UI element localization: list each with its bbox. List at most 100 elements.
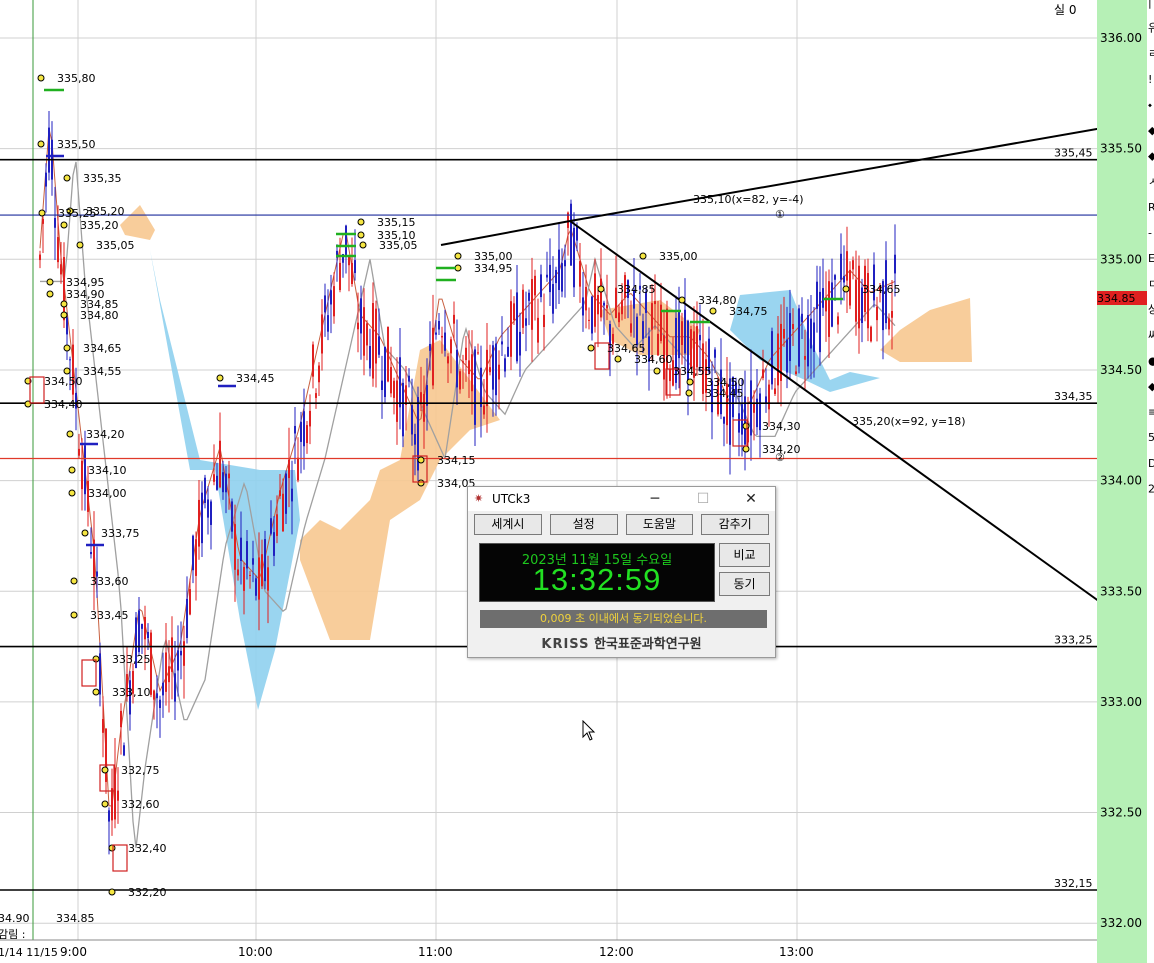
- candle-body: [300, 421, 302, 442]
- candle-body: [402, 382, 404, 437]
- candle-body: [279, 490, 281, 497]
- candle-body: [240, 537, 242, 561]
- candle-body: [438, 321, 440, 330]
- mouse-cursor-icon: [582, 720, 596, 741]
- candle-body: [621, 300, 623, 315]
- price-label: 335,05: [379, 239, 418, 252]
- candle-body: [801, 313, 803, 322]
- candle-body: [435, 332, 437, 335]
- price-label: 334,65: [83, 342, 122, 355]
- signal-dot: [678, 296, 686, 304]
- price-label: 334,80: [80, 309, 119, 322]
- candle-body: [246, 541, 248, 569]
- price-label: 334,55: [83, 365, 122, 378]
- candle-body: [330, 290, 332, 305]
- candle-body: [678, 310, 680, 359]
- right-edge-glyph: ◆: [1148, 150, 1154, 163]
- candle-body: [306, 425, 308, 444]
- signal-box: [29, 376, 45, 404]
- candle-body: [804, 355, 806, 360]
- candle-body: [762, 369, 764, 379]
- candle-body: [324, 295, 326, 313]
- price-label: 335,35: [83, 172, 122, 185]
- price-label: 334,50: [44, 375, 83, 388]
- utck-titlebar[interactable]: ✷ UTCk3 ─ ☐ ✕: [468, 487, 775, 511]
- candle-body: [321, 314, 323, 354]
- close-icon[interactable]: ✕: [727, 487, 775, 511]
- right-edge-glyph: 유: [1148, 22, 1154, 35]
- candle-body: [276, 514, 278, 536]
- candle-body: [357, 322, 359, 330]
- compare-button[interactable]: 비교: [719, 543, 770, 567]
- signal-dot: [742, 445, 750, 453]
- settings-button[interactable]: 설정: [549, 514, 618, 535]
- candle-body: [579, 261, 581, 287]
- price-label: 334,60: [634, 353, 673, 366]
- level-label: 334,35: [1054, 390, 1093, 403]
- signal-dot: [653, 367, 661, 375]
- signal-dot: [101, 800, 109, 808]
- candle-body: [360, 298, 362, 334]
- chart-grid: [0, 0, 1097, 941]
- candle-body: [258, 557, 260, 600]
- candle-body: [429, 343, 431, 351]
- candle-body: [288, 459, 290, 479]
- candle-body: [651, 303, 653, 330]
- candle-body: [57, 237, 59, 263]
- candle-body: [375, 308, 377, 364]
- candle-body: [195, 539, 197, 576]
- help-button[interactable]: 도움말: [625, 514, 694, 535]
- hide-button[interactable]: 감추기: [701, 514, 769, 535]
- right-edge-glyph: -: [1148, 226, 1152, 239]
- candle-body: [432, 327, 434, 386]
- signal-dot: [60, 311, 68, 319]
- axes: 336.00 335.50 335.00 334.50 334.00 333.50 333.…: [0, 0, 1154, 963]
- y-tick-label: 332.00: [1100, 916, 1142, 930]
- candle-body: [816, 281, 818, 309]
- candle-body: [144, 617, 146, 640]
- signal-dot: [359, 241, 367, 249]
- candle-body: [759, 393, 761, 431]
- right-edge-glyph: ≡: [1148, 406, 1154, 419]
- candle-body: [846, 251, 848, 281]
- candle-body: [39, 254, 41, 261]
- candle-body: [249, 574, 251, 576]
- right-edge-glyph: E: [1148, 252, 1154, 265]
- world-time-button[interactable]: 세계시: [474, 514, 542, 535]
- candle-body: [216, 475, 218, 490]
- candle-body: [207, 499, 209, 518]
- y-tick-label: 334.00: [1100, 474, 1142, 488]
- candle-body: [582, 297, 584, 316]
- sync-button[interactable]: 동기: [719, 572, 770, 596]
- candle-body: [60, 264, 62, 275]
- candle-body: [270, 518, 272, 534]
- maximize-icon[interactable]: ☐: [679, 487, 727, 511]
- candle-body: [186, 598, 188, 638]
- x-tick-label: 10:00: [238, 945, 273, 959]
- candle-body: [789, 313, 791, 362]
- candle-body: [819, 291, 821, 353]
- right-edge-glyph: ㅅ: [1148, 175, 1154, 188]
- candle-body: [555, 270, 557, 284]
- candle-body: [378, 336, 380, 355]
- y-tick-label: 335.00: [1100, 252, 1142, 266]
- candle-body: [189, 589, 191, 615]
- signal-dot: [709, 307, 717, 315]
- candle-body: [714, 349, 716, 358]
- y-tick-label: 333.00: [1100, 695, 1142, 709]
- minimize-icon[interactable]: ─: [631, 487, 679, 511]
- candle-body: [540, 274, 542, 298]
- candle-body: [183, 641, 185, 666]
- signal-dot: [66, 430, 74, 438]
- candle-body: [297, 457, 299, 481]
- candle-body: [78, 448, 80, 456]
- candle-body: [384, 346, 386, 398]
- candle-body: [243, 566, 245, 591]
- candle-body: [282, 493, 284, 532]
- utck-window[interactable]: ✷ UTCk3 ─ ☐ ✕ 세계시 설정 도움말 감추기 2023년 11월 1…: [467, 486, 776, 658]
- signal-dot: [81, 529, 89, 537]
- trend-line-1-ext: [569, 118, 1154, 222]
- price-chart[interactable]: 335,45 334,35 333,25 332,15 335,10(x=82, y=…: [0, 0, 1154, 963]
- candle-body: [753, 402, 755, 413]
- candle-body: [537, 317, 539, 343]
